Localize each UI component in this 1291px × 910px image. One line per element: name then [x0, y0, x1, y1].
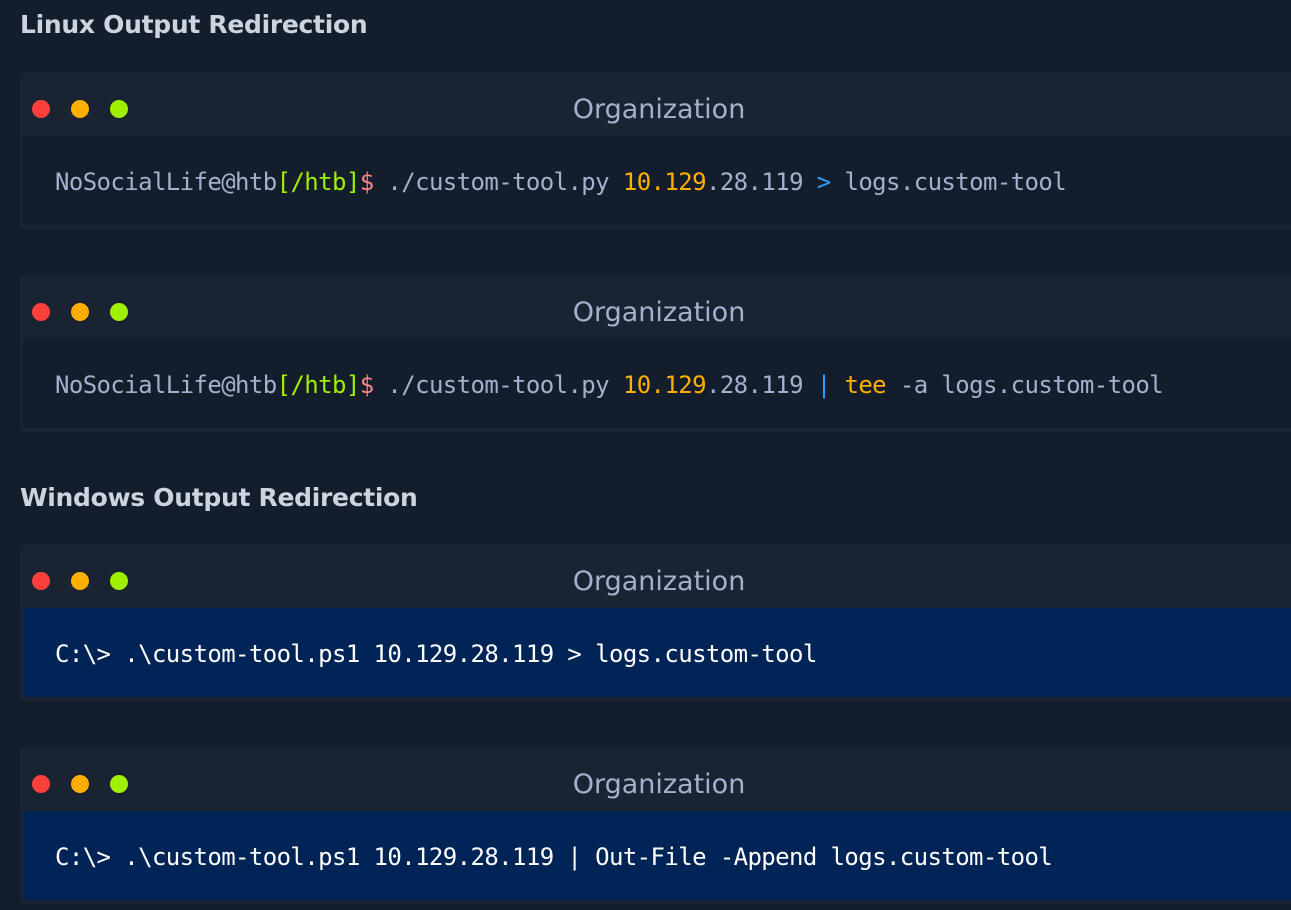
terminal-window-windows-redirect: Organization C:\> .\custom-tool.ps1 10.1…: [20, 544, 1291, 701]
terminal-body[interactable]: NoSocialLife@htb[/htb]$ ./custom-tool.py…: [23, 339, 1291, 428]
command-rest: -a logs.custom-tool: [886, 371, 1164, 399]
terminal-title: Organization: [572, 769, 746, 800]
command-line[interactable]: C:\> .\custom-tool.ps1 10.129.28.119 > l…: [55, 639, 817, 669]
terminal-body[interactable]: NoSocialLife@htb[/htb]$ ./custom-tool.py…: [23, 136, 1291, 225]
terminal-window-windows-outfile: Organization C:\> .\custom-tool.ps1 10.1…: [20, 747, 1291, 904]
command-line[interactable]: NoSocialLife@htb[/htb]$ ./custom-tool.py…: [55, 167, 1067, 197]
command-ip-suffix: .28.119: [705, 168, 817, 196]
terminal-title: Organization: [572, 94, 746, 125]
command-script: ./custom-tool.py: [373, 371, 623, 399]
terminal-title: Organization: [572, 566, 746, 597]
prompt-dollar: $: [359, 168, 374, 196]
command-tee: tee: [830, 371, 887, 399]
command-operator: |: [816, 371, 831, 399]
terminal-titlebar: Organization: [20, 275, 1291, 339]
command-line[interactable]: C:\> .\custom-tool.ps1 10.129.28.119 | O…: [55, 842, 1053, 872]
prompt-user: NoSocialLife@htb: [55, 371, 277, 399]
terminal-titlebar: Organization: [20, 747, 1291, 811]
terminal-titlebar: Organization: [20, 544, 1291, 608]
windows-section-heading: Windows Output Redirection: [20, 483, 418, 512]
command-rest: logs.custom-tool: [830, 168, 1067, 196]
terminal-titlebar: Organization: [20, 72, 1291, 136]
command-script: ./custom-tool.py: [373, 168, 623, 196]
command-operator: >: [816, 168, 831, 196]
prompt-dir: [/htb]: [276, 371, 361, 399]
prompt-user: NoSocialLife@htb: [55, 168, 277, 196]
linux-section-heading: Linux Output Redirection: [20, 10, 368, 39]
terminal-window-linux-redirect: Organization NoSocialLife@htb[/htb]$ ./c…: [20, 72, 1291, 229]
command-ip-suffix: .28.119: [705, 371, 817, 399]
command-line[interactable]: NoSocialLife@htb[/htb]$ ./custom-tool.py…: [55, 370, 1164, 400]
prompt-dollar: $: [359, 371, 374, 399]
terminal-body[interactable]: C:\> .\custom-tool.ps1 10.129.28.119 | O…: [23, 811, 1291, 900]
terminal-window-linux-tee: Organization NoSocialLife@htb[/htb]$ ./c…: [20, 275, 1291, 432]
command-ip-prefix: 10.129: [622, 371, 707, 399]
command-ip-prefix: 10.129: [622, 168, 707, 196]
terminal-body[interactable]: C:\> .\custom-tool.ps1 10.129.28.119 > l…: [23, 608, 1291, 697]
terminal-title: Organization: [572, 297, 746, 328]
prompt-dir: [/htb]: [276, 168, 361, 196]
